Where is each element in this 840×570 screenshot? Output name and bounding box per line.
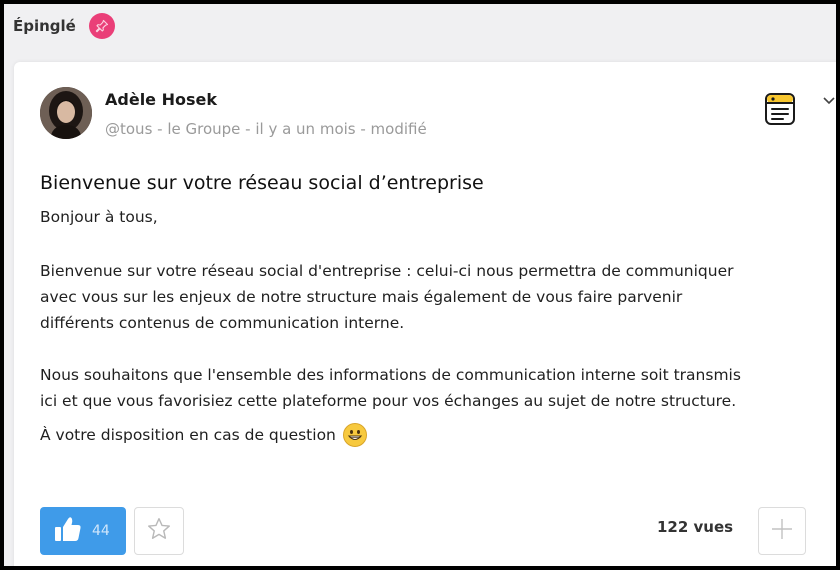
grinning-face-emoji	[342, 423, 367, 447]
post-line: avec vous sur les enjeux de notre struct…	[40, 288, 683, 306]
chevron-down-icon[interactable]	[822, 94, 836, 108]
plus-icon	[771, 518, 793, 544]
favorite-button[interactable]	[134, 507, 184, 555]
post-meta: @tous - le Groupe - il y a un mois - mod…	[105, 120, 427, 138]
post-card: Adèle Hosek @tous - le Groupe - il y a u…	[14, 62, 840, 570]
post-line: Nous souhaitons que l'ensemble des infor…	[40, 366, 741, 384]
post-greeting: Bonjour à tous,	[40, 208, 158, 226]
star-icon	[146, 516, 172, 546]
author-name[interactable]: Adèle Hosek	[105, 90, 217, 109]
post-body: Bonjour à tous, Bienvenue sur votre rése…	[40, 204, 840, 448]
pinned-label: Épinglé	[13, 17, 76, 35]
post-line: ici et que vous favorisiez cette platefo…	[40, 392, 737, 410]
pin-icon[interactable]	[88, 13, 115, 39]
like-button[interactable]: 44	[40, 507, 126, 555]
like-count: 44	[92, 523, 110, 539]
views-count: 122 vues	[657, 518, 734, 536]
thumbs-up-icon	[54, 516, 82, 546]
pinned-header: Épinglé	[4, 4, 836, 48]
post-title: Bienvenue sur votre réseau social d’entr…	[40, 172, 484, 194]
add-button[interactable]	[758, 507, 806, 555]
post-closing: À votre disposition en cas de question	[40, 426, 336, 444]
avatar[interactable]	[40, 87, 92, 139]
post-line: Bienvenue sur votre réseau social d'entr…	[40, 262, 734, 280]
note-icon[interactable]	[763, 91, 797, 127]
post-line: différents contenus de communication int…	[40, 314, 405, 332]
